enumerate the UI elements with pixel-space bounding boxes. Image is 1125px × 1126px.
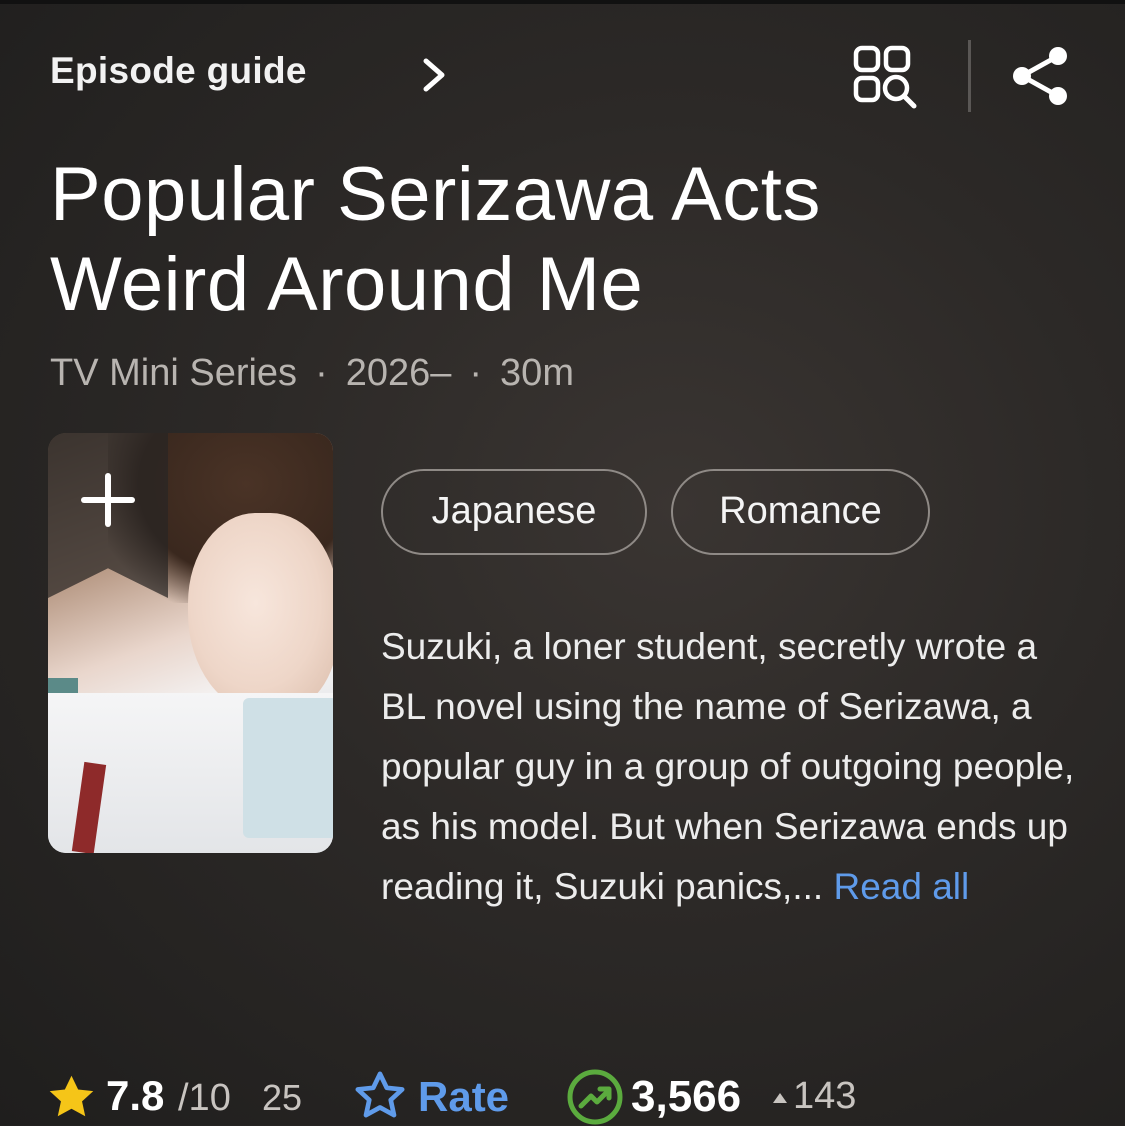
meta-years: 2026– <box>345 352 452 394</box>
popularity-rank: 3,566 <box>631 1072 742 1121</box>
page-title: Popular Serizawa Acts Weird Around Me <box>50 150 1050 330</box>
rating-value: 7.8 <box>106 1072 165 1119</box>
share-icon[interactable] <box>1010 44 1072 108</box>
rate-button[interactable]: Rate <box>418 1073 509 1121</box>
genre-chip-japanese[interactable]: Japanese <box>381 469 647 555</box>
plot-description: Suzuki, a loner student, secretly wrote … <box>381 617 1081 917</box>
plus-icon[interactable] <box>76 468 140 532</box>
chevron-right-icon[interactable] <box>418 55 450 95</box>
caret-up-icon <box>773 1093 787 1103</box>
title-line-2: Weird Around Me <box>50 242 644 327</box>
genre-chip-romance[interactable]: Romance <box>671 469 930 555</box>
top-edge-divider <box>0 0 1125 4</box>
meta-type: TV Mini Series <box>50 352 298 394</box>
meta-separator: · <box>315 352 328 394</box>
title-meta: TV Mini Series · 2026– · 30m <box>50 352 574 395</box>
title-line-1: Popular Serizawa Acts <box>50 152 821 237</box>
star-filled-icon <box>49 1075 94 1117</box>
episode-guide-link[interactable]: Episode guide <box>50 50 307 92</box>
rating-max: /10 <box>178 1077 231 1119</box>
header-divider <box>968 40 971 112</box>
grid-search-icon[interactable] <box>852 44 918 110</box>
star-outline-icon[interactable] <box>352 1068 408 1124</box>
trending-up-icon <box>567 1069 623 1125</box>
meta-separator: · <box>469 352 483 394</box>
popularity-delta: 143 <box>793 1075 857 1117</box>
read-all-link[interactable]: Read all <box>833 866 969 907</box>
rating-count: 25 <box>262 1077 303 1118</box>
meta-runtime: 30m <box>500 352 574 394</box>
plot-text: Suzuki, a loner student, secretly wrote … <box>381 626 1075 907</box>
